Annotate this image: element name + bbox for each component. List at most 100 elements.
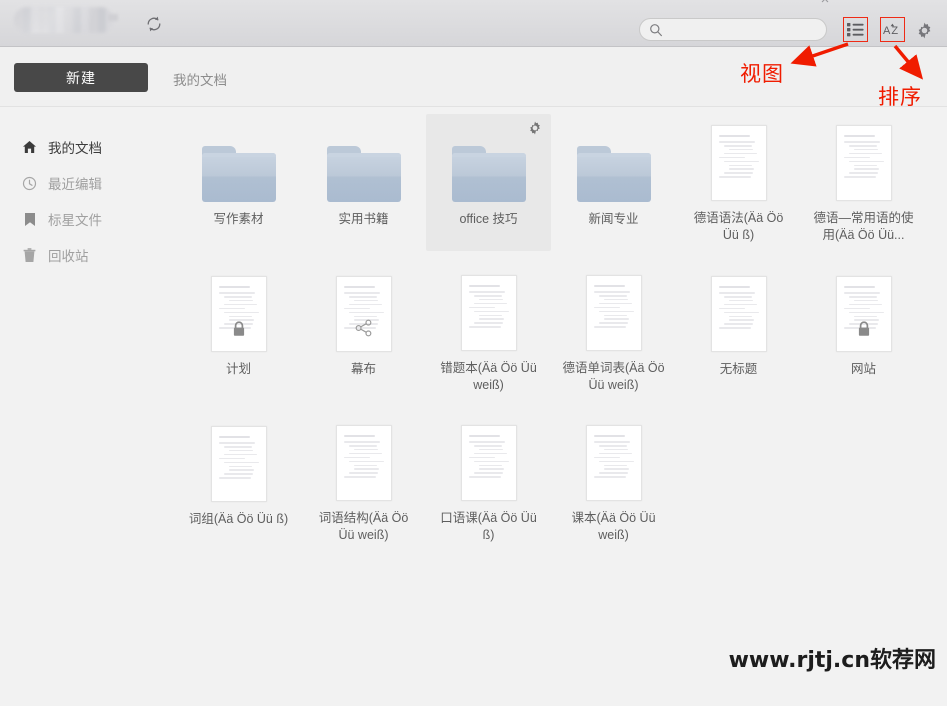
- lock-icon: [232, 321, 246, 342]
- document-thumbnail: [460, 425, 517, 501]
- document-thumbnail: [335, 276, 392, 352]
- thumbnail-area: [301, 414, 426, 503]
- thumbnail-area: [676, 264, 801, 354]
- document-item[interactable]: 口语课(Ää Öö Üü ß): [426, 414, 551, 544]
- document-thumbnail: [585, 275, 642, 351]
- file-name-label: 词语结构(Ää Öö Üü weiß): [318, 511, 409, 542]
- document-thumbnail: [710, 276, 767, 352]
- thumbnail-area: [551, 264, 676, 353]
- thumbnail-area: [301, 264, 426, 354]
- thumbnail-area: [176, 414, 301, 504]
- sort-button[interactable]: A Z: [880, 17, 905, 42]
- sidebar-item-label: 标星文件: [48, 213, 102, 228]
- document-thumbnail: [210, 276, 267, 352]
- file-name-label: 幕布: [350, 362, 376, 376]
- folder-item[interactable]: office 技巧: [426, 114, 551, 251]
- document-item[interactable]: 计划: [176, 264, 301, 394]
- clock-icon: [22, 176, 37, 191]
- window-close-icon[interactable]: ×: [815, 0, 835, 9]
- file-name-label: 德语语法(Ää Öö Üü ß): [693, 211, 784, 242]
- sidebar-item-recent[interactable]: 最近编辑: [22, 170, 152, 196]
- file-name-label: 写作素材: [213, 212, 264, 226]
- file-name-label: 德语—常用语的使用(Ää Öö Üü...: [813, 211, 914, 242]
- share-icon: [355, 319, 373, 342]
- document-item[interactable]: 网站: [801, 264, 926, 394]
- sidebar-item-starred[interactable]: 标星文件: [22, 206, 152, 232]
- sidebar-item-label: 回收站: [48, 249, 89, 264]
- refresh-button[interactable]: [140, 10, 168, 38]
- refresh-icon: [147, 16, 161, 32]
- file-name-label: 网站: [850, 362, 876, 376]
- document-thumbnail: [835, 276, 892, 352]
- folder-item[interactable]: 实用书籍: [301, 114, 426, 244]
- document-thumbnail: [835, 125, 892, 201]
- document-item[interactable]: 错题本(Ää Öö Üü weiß): [426, 264, 551, 394]
- new-button[interactable]: 新建: [14, 63, 148, 92]
- gear-icon: [918, 22, 930, 38]
- file-name-label: 课本(Ää Öö Üü weiß): [571, 511, 656, 542]
- bookmark-icon: [22, 212, 37, 227]
- document-item[interactable]: 词组(Ää Öö Üü ß): [176, 414, 301, 544]
- search-box[interactable]: [639, 18, 827, 41]
- site-watermark: www.rjtj.cn软荐网: [728, 648, 936, 673]
- product-logo: [14, 7, 114, 33]
- logo-tail-decoration: [108, 14, 118, 21]
- document-item[interactable]: 无标题: [676, 264, 801, 394]
- folder-icon: [576, 146, 651, 202]
- file-name-label: 口语课(Ää Öö Üü ß): [440, 511, 537, 542]
- search-input[interactable]: [668, 19, 818, 40]
- thumbnail-area: [301, 114, 426, 204]
- file-name-label: 错题本(Ää Öö Üü weiß): [440, 361, 537, 392]
- svg-text:A: A: [883, 25, 891, 37]
- sidebar-item-label: 我的文档: [48, 141, 102, 156]
- sidebar-item-trash[interactable]: 回收站: [22, 242, 152, 268]
- file-grid: 写作素材 实用书籍 office 技巧 新闻专业 德语语法(Ää Öö Üü ß) 德语—…: [160, 108, 947, 706]
- thumbnail-area: [551, 414, 676, 503]
- file-name-label: office 技巧: [459, 212, 518, 226]
- file-name-label: 实用书籍: [338, 212, 389, 226]
- document-item[interactable]: 德语单词表(Ää Öö Üü weiß): [551, 264, 676, 394]
- document-item[interactable]: 幕布: [301, 264, 426, 394]
- document-thumbnail: [335, 425, 392, 501]
- folder-settings-icon[interactable]: [528, 121, 542, 140]
- thumbnail-area: [426, 264, 551, 353]
- document-thumbnail: [585, 425, 642, 501]
- file-name-label: 无标题: [719, 362, 758, 376]
- thumbnail-area: [676, 114, 801, 203]
- folder-item[interactable]: 写作素材: [176, 114, 301, 244]
- file-name-label: 新闻专业: [588, 212, 639, 226]
- view-mode-button[interactable]: [843, 17, 868, 42]
- thumbnail-area: [551, 114, 676, 204]
- document-item[interactable]: 词语结构(Ää Öö Üü weiß): [301, 414, 426, 544]
- app-window: × A Z: [0, 0, 947, 706]
- thumbnail-area: [426, 414, 551, 503]
- home-icon: [22, 140, 37, 154]
- thumbnail-area: [801, 264, 926, 354]
- folder-item[interactable]: 新闻专业: [551, 114, 676, 244]
- sort-az-icon: A Z: [883, 23, 898, 37]
- folder-icon: [201, 146, 276, 202]
- annotation-view-label: 视图: [740, 62, 784, 86]
- list-view-icon: [847, 23, 864, 37]
- annotation-sort-label: 排序: [878, 85, 922, 109]
- search-icon: [649, 23, 663, 42]
- document-thumbnail: [210, 426, 267, 502]
- file-name-label: 德语单词表(Ää Öö Üü weiß): [562, 361, 665, 392]
- document-item[interactable]: 课本(Ää Öö Üü weiß): [551, 414, 676, 544]
- folder-icon: [451, 146, 526, 202]
- breadcrumb[interactable]: 我的文档: [173, 69, 227, 89]
- sidebar: 我的文档 最近编辑 标星文件 回收站: [0, 108, 160, 706]
- document-item[interactable]: 德语—常用语的使用(Ää Öö Üü...: [801, 114, 926, 244]
- lock-icon: [857, 321, 871, 342]
- thumbnail-area: [176, 264, 301, 354]
- file-name-label: 词组(Ää Öö Üü ß): [188, 512, 289, 526]
- sidebar-item-label: 最近编辑: [48, 177, 102, 192]
- document-thumbnail: [460, 275, 517, 351]
- svg-text:Z: Z: [891, 25, 898, 37]
- thumbnail-area: [801, 114, 926, 203]
- document-item[interactable]: 德语语法(Ää Öö Üü ß): [676, 114, 801, 244]
- sidebar-item-my-documents[interactable]: 我的文档: [22, 134, 152, 160]
- settings-button[interactable]: [913, 19, 935, 41]
- trash-icon: [22, 247, 37, 263]
- folder-icon: [326, 146, 401, 202]
